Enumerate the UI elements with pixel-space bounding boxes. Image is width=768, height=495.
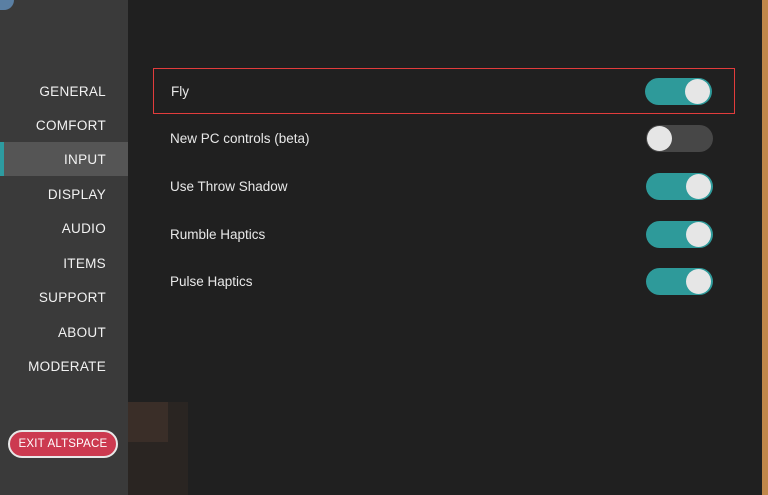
sidebar-item-general[interactable]: GENERAL [0, 74, 128, 108]
setting-label: New PC controls (beta) [170, 130, 310, 146]
setting-label: Pulse Haptics [170, 273, 253, 289]
sidebar-item-input[interactable]: INPUT [0, 142, 128, 176]
sidebar-item-label: AUDIO [61, 220, 106, 236]
sidebar-item-display[interactable]: DISPLAY [0, 177, 128, 211]
sidebar-item-comfort[interactable]: COMFORT [0, 108, 128, 142]
toggle-knob [686, 173, 711, 199]
fly-toggle[interactable] [645, 77, 712, 105]
new-pc-controls-toggle[interactable] [646, 124, 713, 152]
exit-altspace-button[interactable]: EXIT ALTSPACE [8, 430, 118, 458]
background-edge [762, 0, 768, 495]
sidebar-item-audio[interactable]: AUDIO [0, 211, 128, 245]
sidebar-item-label: SUPPORT [38, 289, 106, 305]
toggle-knob [686, 268, 711, 294]
setting-row-new-pc-controls: New PC controls (beta) [153, 115, 735, 161]
setting-label: Rumble Haptics [170, 226, 266, 242]
pulse-haptics-toggle[interactable] [646, 267, 713, 295]
sidebar-item-about[interactable]: ABOUT [0, 315, 128, 349]
sidebar-item-moderate[interactable]: MODERATE [0, 349, 128, 383]
exit-button-label: EXIT ALTSPACE [18, 438, 108, 450]
setting-label: Use Throw Shadow [170, 178, 288, 194]
rumble-haptics-toggle[interactable] [646, 220, 713, 248]
sidebar-item-label: ABOUT [57, 324, 106, 340]
sidebar-item-label: ITEMS [63, 255, 106, 271]
setting-row-rumble-haptics: Rumble Haptics [153, 211, 735, 257]
toggle-knob [685, 78, 710, 104]
toggle-knob [647, 125, 672, 151]
corner-accent [0, 0, 14, 10]
sidebar-item-label: GENERAL [39, 83, 106, 99]
setting-row-fly: Fly [153, 68, 735, 114]
sidebar-item-label: DISPLAY [47, 186, 106, 202]
setting-row-use-throw-shadow: Use Throw Shadow [153, 163, 735, 209]
settings-sidebar: GENERAL COMFORT INPUT DISPLAY AUDIO ITEM… [0, 0, 128, 495]
sidebar-item-label: COMFORT [35, 117, 106, 133]
sidebar-item-support[interactable]: SUPPORT [0, 280, 128, 314]
background-scenery-detail [128, 402, 168, 442]
sidebar-item-label: MODERATE [28, 358, 106, 374]
sidebar-item-label: INPUT [64, 151, 106, 167]
setting-row-pulse-haptics: Pulse Haptics [153, 258, 735, 304]
toggle-knob [686, 221, 711, 247]
setting-label: Fly [171, 83, 189, 99]
use-throw-shadow-toggle[interactable] [646, 172, 713, 200]
sidebar-item-items[interactable]: ITEMS [0, 246, 128, 280]
